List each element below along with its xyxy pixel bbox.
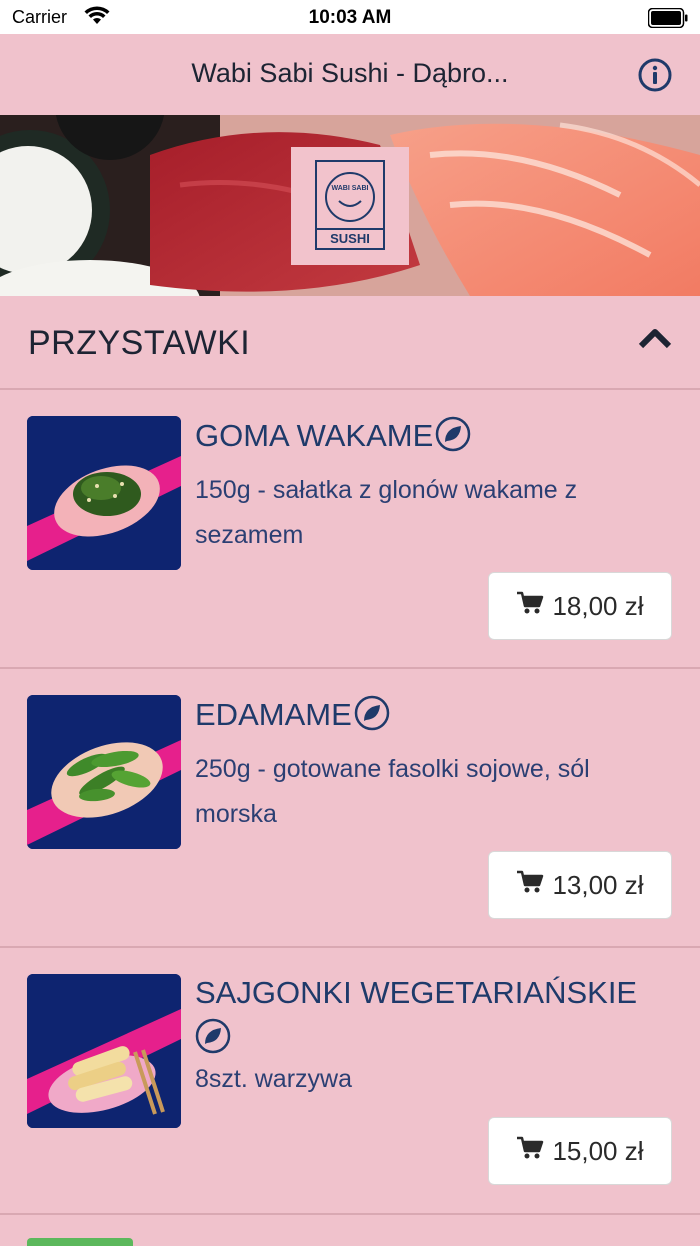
item-description: 150g - sałatka z glonów wakame z sezamem: [195, 476, 578, 549]
vegan-leaf-icon: [354, 695, 390, 740]
hero-banner: WABI SABI SUSHI: [0, 115, 700, 296]
section-header[interactable]: PRZYSTAWKI: [0, 296, 700, 390]
vegan-leaf-icon: [435, 416, 471, 461]
add-to-cart-button[interactable]: 18,00 zł: [488, 572, 672, 640]
next-item-photo-peek: [27, 1238, 133, 1246]
item-name-text: SAJGONKI WEGETARIAŃSKIE: [195, 975, 638, 1010]
item-name: GOMA WAKAME: [195, 416, 670, 461]
item-name: SAJGONKI WEGETARIAŃSKIE: [195, 974, 670, 1063]
battery-icon: [647, 7, 688, 33]
item-photo: [27, 416, 181, 570]
nav-bar: Wabi Sabi Sushi - Dąbro...: [0, 34, 700, 115]
restaurant-logo: WABI SABI SUSHI: [291, 147, 409, 265]
item-name-text: GOMA WAKAME: [195, 418, 434, 453]
page-title: Wabi Sabi Sushi - Dąbro...: [191, 58, 509, 88]
list-item[interactable]: EDAMAME 250g - gotowane fasolki sojowe, …: [0, 669, 700, 948]
item-description: 250g - gotowane fasolki sojowe, sól mors…: [195, 755, 590, 828]
cart-icon: [516, 591, 544, 622]
add-to-cart-button[interactable]: 13,00 zł: [488, 851, 672, 919]
cart-icon: [516, 870, 544, 901]
section-title: PRZYSTAWKI: [28, 324, 251, 362]
item-photo: [27, 974, 181, 1128]
item-name: EDAMAME: [195, 695, 670, 740]
list-item[interactable]: SAJGONKI WEGETARIAŃSKIE 8szt. warzywa 15…: [0, 948, 700, 1215]
price-label: 18,00 zł: [552, 590, 644, 621]
status-bar: Carrier 10:03 AM: [0, 0, 700, 34]
item-photo: [27, 695, 181, 849]
add-to-cart-button[interactable]: 15,00 zł: [488, 1117, 672, 1185]
item-description: 8szt. warzywa: [195, 1065, 352, 1093]
clock: 10:03 AM: [308, 7, 392, 28]
list-item[interactable]: GOMA WAKAME 150g - sałatka z glonów waka…: [0, 390, 700, 669]
logo-top-text: WABI SABI: [331, 185, 369, 192]
price-label: 13,00 zł: [552, 869, 644, 900]
item-name-text: EDAMAME: [195, 697, 352, 732]
info-icon[interactable]: [638, 58, 672, 92]
price-label: 15,00 zł: [552, 1135, 644, 1166]
cart-icon: [516, 1136, 544, 1167]
logo-bottom-text: SUSHI: [330, 231, 370, 246]
chevron-up-icon[interactable]: [638, 326, 672, 355]
